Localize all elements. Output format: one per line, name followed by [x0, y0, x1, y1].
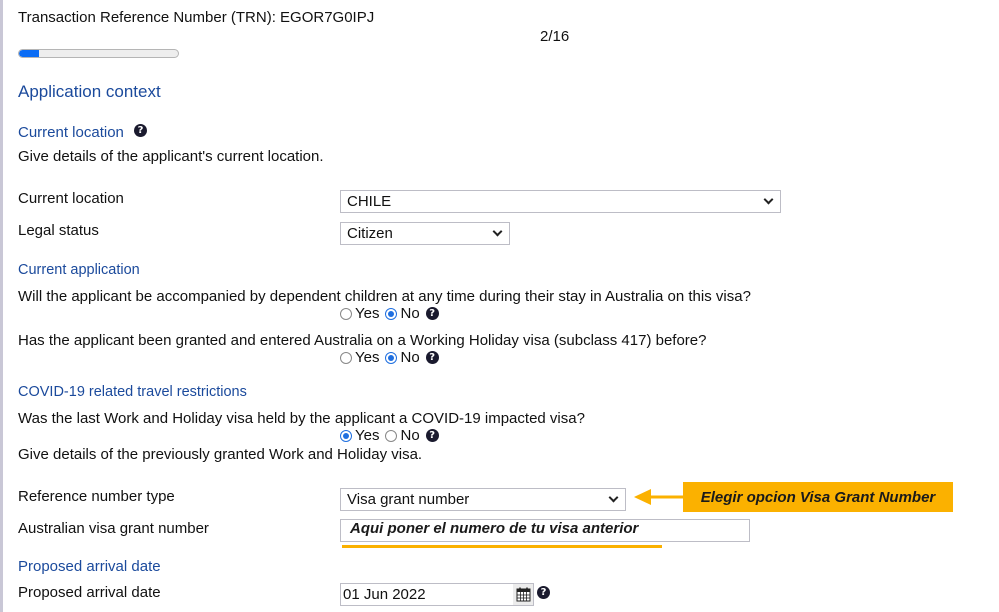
reference-type-value: Visa grant number: [347, 491, 470, 508]
legal-status-value: Citizen: [347, 225, 393, 242]
current-location-select[interactable]: CHILE: [340, 190, 781, 213]
trn-label: Transaction Reference Number (TRN): EGOR…: [18, 9, 375, 26]
grant-number-label: Australian visa grant number: [18, 520, 209, 537]
current-location-heading-text: Current location: [18, 124, 124, 141]
yes-label: Yes: [355, 427, 380, 444]
previous-417-question: Has the applicant been granted and enter…: [18, 332, 707, 349]
no-label: No: [400, 427, 420, 444]
progress-fill: [19, 50, 39, 57]
covid-impacted-no-radio[interactable]: [385, 429, 398, 442]
current-application-heading: Current application: [18, 262, 140, 278]
current-location-value: CHILE: [347, 193, 392, 210]
arrival-date-label: Proposed arrival date: [18, 584, 161, 601]
arrival-heading: Proposed arrival date: [18, 558, 161, 575]
annotation-underline: [342, 545, 662, 548]
dependent-children-radio-group: Yes No ?: [340, 305, 439, 322]
section-title: Application context: [18, 82, 161, 101]
annotation-reference-type-note: Elegir opcion Visa Grant Number: [683, 482, 953, 512]
covid-heading: COVID-19 related travel restrictions: [18, 384, 247, 400]
chevron-down-icon: [492, 226, 503, 237]
arrival-date-input[interactable]: 01 Jun 2022: [340, 583, 514, 606]
dependent-children-question: Will the applicant be accompanied by dep…: [18, 288, 751, 305]
help-icon[interactable]: ?: [425, 351, 439, 364]
previous-417-radio-group: Yes No ?: [340, 349, 439, 366]
help-icon[interactable]: ?: [425, 429, 439, 442]
current-location-label: Current location: [18, 190, 124, 207]
current-location-description: Give details of the applicant's current …: [18, 148, 324, 165]
calendar-icon: [516, 587, 530, 602]
annotation-arrow-icon: [634, 489, 684, 505]
legal-status-label: Legal status: [18, 222, 99, 239]
legal-status-select[interactable]: Citizen: [340, 222, 510, 245]
progress-bar: [18, 49, 179, 58]
previous-417-yes-radio[interactable]: [340, 351, 352, 364]
no-label: No: [400, 349, 420, 366]
previous-visa-description: Give details of the previously granted W…: [18, 446, 423, 463]
chevron-down-icon: [608, 492, 619, 503]
calendar-button[interactable]: [513, 583, 534, 606]
dependent-children-no-radio[interactable]: [385, 307, 398, 320]
covid-impacted-yes-radio[interactable]: [340, 429, 352, 442]
current-location-heading: Current location ?: [18, 123, 148, 141]
chevron-down-icon: [763, 194, 774, 205]
covid-impacted-question: Was the last Work and Holiday visa held …: [18, 410, 585, 427]
reference-type-label: Reference number type: [18, 488, 175, 505]
left-rail: [0, 0, 3, 612]
no-label: No: [400, 305, 420, 322]
help-icon[interactable]: ?: [425, 307, 439, 320]
help-icon[interactable]: ?: [537, 586, 550, 599]
dependent-children-yes-radio[interactable]: [340, 307, 352, 320]
yes-label: Yes: [355, 349, 380, 366]
yes-label: Yes: [355, 305, 380, 322]
reference-type-select[interactable]: Visa grant number: [340, 488, 626, 511]
covid-impacted-radio-group: Yes No ?: [340, 427, 439, 444]
previous-417-no-radio[interactable]: [385, 351, 398, 364]
annotation-grant-number-note: Aqui poner el numero de tu visa anterior: [350, 520, 639, 537]
help-icon[interactable]: ?: [134, 123, 148, 137]
page-counter: 2/16: [540, 28, 570, 45]
